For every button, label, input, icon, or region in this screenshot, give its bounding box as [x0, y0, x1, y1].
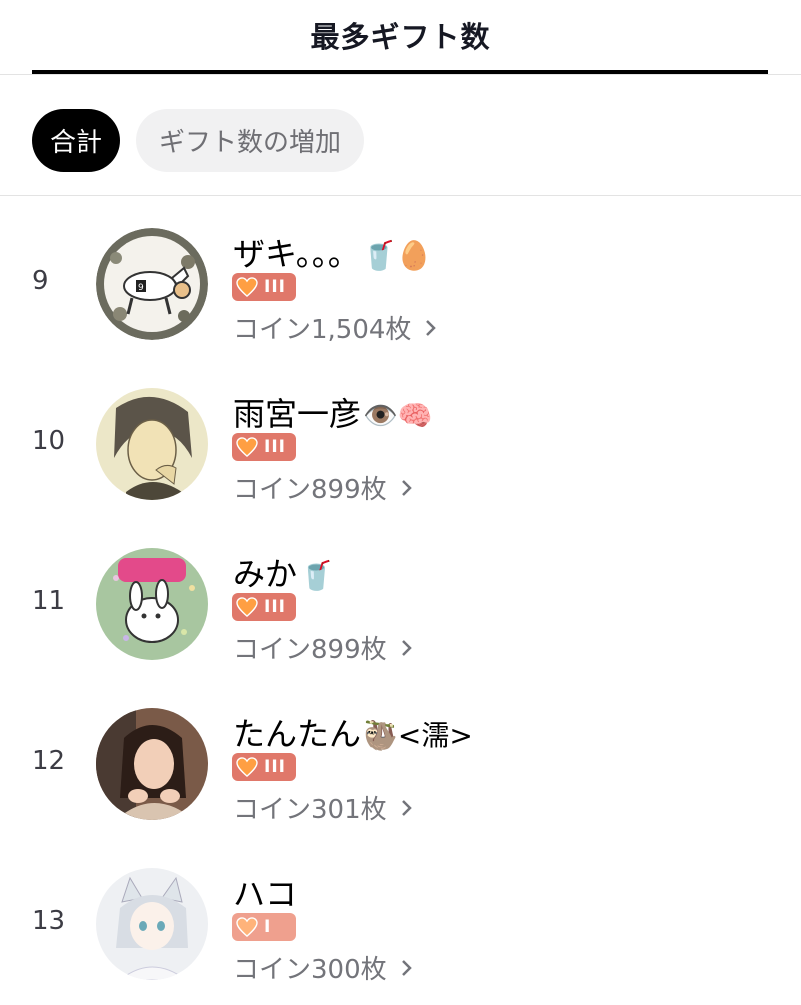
heart-icon: [236, 597, 258, 617]
tab-underline: [32, 70, 768, 74]
coin-count[interactable]: コイン300枚: [233, 949, 413, 986]
fan-level-badge: III: [232, 593, 296, 621]
name-emoji: 🦥<濡>: [363, 719, 473, 752]
fan-level-badge: III: [232, 753, 296, 781]
chevron-right-icon: [426, 319, 437, 336]
rank-number: 12: [32, 746, 66, 776]
coin-count-text: コイン899枚: [233, 475, 387, 505]
user-name: ハコ: [233, 869, 299, 915]
fan-level-badge: III: [232, 273, 296, 301]
chevron-right-icon: [401, 479, 412, 496]
heart-icon: [236, 757, 258, 777]
user-name-text: たんたん: [233, 715, 362, 753]
name-emoji: 🥤: [299, 559, 334, 592]
fan-level: III: [264, 437, 286, 457]
fan-level: III: [264, 597, 286, 617]
filter-chip-total[interactable]: 合計: [32, 109, 120, 172]
avatar[interactable]: [96, 708, 208, 820]
list-item[interactable]: 13 ハコ I コイン300枚: [0, 836, 801, 996]
filter-chip-gift-increase[interactable]: ギフト数の増加: [136, 109, 364, 172]
coin-count-text: コイン300枚: [233, 955, 387, 985]
svg-text:9: 9: [138, 283, 144, 293]
rank-number: 13: [32, 906, 66, 936]
coin-count-text: コイン1,504枚: [233, 315, 412, 345]
filter-bar: 合計 ギフト数の増加: [0, 75, 801, 196]
list-item[interactable]: 9 9 ザキ。。。🥤🥚 III コイン1,504枚: [0, 196, 801, 356]
avatar[interactable]: [96, 388, 208, 500]
heart-icon: [236, 277, 258, 297]
heart-icon: [236, 437, 258, 457]
user-name-text: 雨宮一彦: [233, 395, 362, 433]
fan-level: III: [264, 757, 286, 777]
heart-icon: [236, 917, 258, 937]
list-item[interactable]: 11 みか🥤 III コイン899枚: [0, 516, 801, 676]
user-name: みか🥤: [233, 549, 334, 595]
chevron-right-icon: [401, 959, 412, 976]
rank-number: 10: [32, 426, 66, 456]
avatar[interactable]: [96, 868, 208, 980]
coin-count[interactable]: コイン301枚: [233, 789, 413, 826]
user-name: 雨宮一彦👁️🧠: [233, 389, 433, 435]
chevron-right-icon: [401, 799, 412, 816]
fan-level-badge: I: [232, 913, 296, 941]
coin-count[interactable]: コイン899枚: [233, 629, 413, 666]
chevron-right-icon: [401, 639, 412, 656]
fan-level: I: [264, 917, 272, 937]
user-name-text: ハコ: [233, 875, 298, 913]
fan-level: III: [264, 277, 286, 297]
user-name: ザキ。。。🥤🥚: [233, 229, 431, 275]
coin-count-text: コイン301枚: [233, 795, 387, 825]
user-name-text: ザキ。。。: [233, 235, 360, 273]
coin-count-text: コイン899枚: [233, 635, 387, 665]
avatar[interactable]: [96, 548, 208, 660]
avatar[interactable]: 9: [96, 228, 208, 340]
list-item[interactable]: 12 たんたん🦥<濡> III コイン301枚: [0, 676, 801, 836]
coin-count[interactable]: コイン899枚: [233, 469, 413, 506]
list-item[interactable]: 10 雨宮一彦👁️🧠 III コイン899枚: [0, 356, 801, 516]
user-name: たんたん🦥<濡>: [233, 709, 473, 755]
fan-level-badge: III: [232, 433, 296, 461]
user-name-text: みか: [233, 555, 298, 593]
page-title: 最多ギフト数: [310, 20, 491, 54]
rank-number: 9: [32, 266, 49, 296]
coin-count[interactable]: コイン1,504枚: [233, 309, 437, 346]
header: 最多ギフト数: [0, 0, 801, 75]
name-emoji: 🥤🥚: [361, 239, 432, 272]
name-emoji: 👁️🧠: [363, 399, 433, 432]
rank-number: 11: [32, 586, 66, 616]
